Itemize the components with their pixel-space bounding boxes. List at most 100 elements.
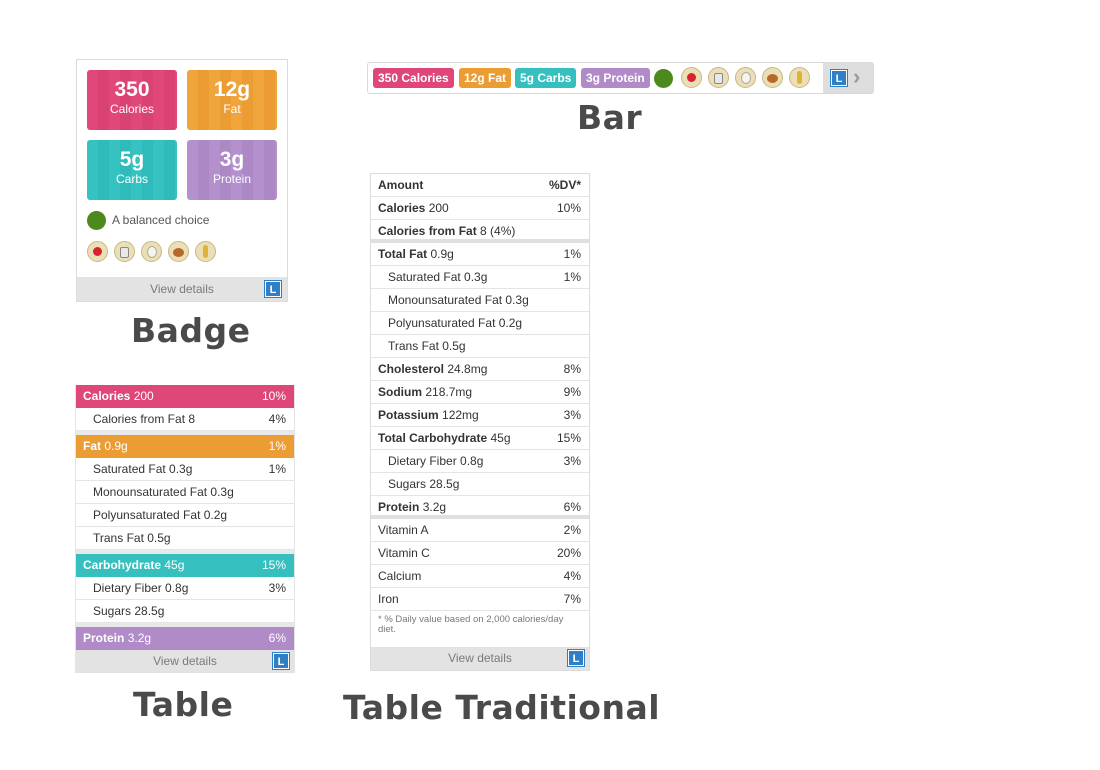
table-row: Saturated Fat 0.3g 1% — [76, 458, 294, 481]
nut-icon[interactable] — [168, 241, 189, 262]
protein-tile: 3g Protein — [187, 140, 277, 200]
table-header: Amount %DV* — [371, 174, 589, 197]
row-label: Monounsaturated Fat 0.3g — [93, 485, 234, 499]
table-row: Trans Fat 0.5g — [371, 335, 589, 358]
table-row: Iron 7% — [371, 588, 589, 611]
row-label: Total Carbohydrate — [378, 431, 488, 445]
row-value: 45g — [490, 431, 511, 445]
row-dv: 1% — [563, 270, 581, 284]
egg-icon[interactable] — [735, 67, 756, 88]
row-label: Vitamin C — [378, 546, 430, 560]
row-label: Polyunsaturated Fat 0.2g — [388, 316, 523, 330]
row-label: Calories from Fat 8 — [93, 412, 196, 426]
row-label: Dietary Fiber 0.8g — [388, 454, 484, 468]
view-details-link[interactable]: View details — [448, 651, 512, 665]
table-row: Monounsaturated Fat 0.3g — [76, 481, 294, 504]
allergen-icons — [87, 241, 216, 262]
row-dv: 1% — [268, 462, 286, 476]
table-row: Carbohydrate 45g 15% — [76, 554, 294, 577]
wheat-icon[interactable] — [195, 241, 216, 262]
row-dv: 15% — [261, 558, 286, 572]
table-row: Protein 3.2g 6% — [76, 627, 294, 650]
bar-allergen-icons — [681, 67, 810, 88]
row-value: 3.2g — [127, 631, 152, 645]
carbs-value: 5g — [119, 148, 145, 171]
row-dv: 8% — [563, 362, 581, 376]
row-dv: 7% — [563, 592, 581, 606]
row-value: 122mg — [442, 408, 479, 422]
row-dv: 3% — [268, 581, 286, 595]
fat-label: Fat — [223, 102, 241, 116]
view-details-link[interactable]: View details — [150, 282, 214, 296]
crab-icon[interactable] — [87, 241, 108, 262]
carbs-pill: 5g Carbs — [515, 68, 577, 88]
row-value: 0.9g — [104, 439, 128, 453]
calories-label: Calories — [109, 102, 154, 116]
row-value: 8 (4%) — [480, 224, 516, 238]
balanced-text: A balanced choice — [112, 213, 210, 227]
milk-icon[interactable] — [708, 67, 729, 88]
row-label: Sugars 28.5g — [388, 477, 460, 491]
row-dv: 1% — [563, 247, 581, 261]
logo-icon[interactable]: L — [831, 70, 847, 86]
crab-icon[interactable] — [681, 67, 702, 88]
table-row: Calories 200 10% — [76, 385, 294, 408]
logo-icon[interactable]: L — [265, 281, 281, 297]
table-row: Dietary Fiber 0.8g 3% — [76, 577, 294, 600]
row-label: Fat — [83, 439, 101, 453]
row-label: Calories from Fat — [378, 224, 477, 238]
row-label: Trans Fat 0.5g — [388, 339, 466, 353]
table-row: Sugars 28.5g — [371, 473, 589, 496]
carbs-tile: 5g Carbs — [87, 140, 177, 200]
table-row: Calories 200 10% — [371, 197, 589, 220]
caption-table: Table — [133, 685, 234, 724]
protein-value: 3g — [219, 148, 245, 171]
bar-details-area[interactable]: L › — [823, 63, 873, 93]
view-details-bar[interactable]: View details L — [77, 277, 287, 301]
balanced-dot-icon — [87, 210, 106, 230]
row-label: Iron — [378, 592, 399, 606]
row-label: Saturated Fat 0.3g — [93, 462, 193, 476]
view-details-link[interactable]: View details — [153, 654, 217, 668]
chevron-right-icon[interactable]: › — [853, 65, 860, 89]
logo-icon[interactable]: L — [568, 650, 584, 666]
view-details-bar[interactable]: View details L — [76, 650, 294, 673]
logo-icon[interactable]: L — [273, 653, 289, 669]
row-value: 218.7mg — [425, 385, 473, 399]
row-label: Polyunsaturated Fat 0.2g — [93, 508, 228, 522]
calories-pill: 350 Calories — [373, 68, 454, 88]
milk-icon[interactable] — [114, 241, 135, 262]
calories-value: 350 — [114, 78, 150, 101]
row-label: Saturated Fat 0.3g — [388, 270, 488, 284]
row-value: 0.9g — [430, 247, 454, 261]
table-row: Sodium 218.7mg 9% — [371, 381, 589, 404]
view-details-bar[interactable]: View details L — [371, 647, 589, 670]
row-label: Calories — [378, 201, 426, 215]
wheat-icon[interactable] — [789, 67, 810, 88]
footnote: * % Daily value based on 2,000 calories/… — [378, 614, 564, 635]
row-dv: 3% — [563, 454, 581, 468]
egg-icon[interactable] — [141, 241, 162, 262]
row-value: 24.8mg — [447, 362, 488, 376]
nut-icon[interactable] — [762, 67, 783, 88]
row-label: Protein — [378, 500, 420, 514]
table-row: Saturated Fat 0.3g 1% — [371, 266, 589, 289]
row-label: Sodium — [378, 385, 422, 399]
table-row: Total Carbohydrate 45g 15% — [371, 427, 589, 450]
balanced-dot-icon — [654, 69, 673, 88]
row-dv: 9% — [563, 385, 581, 399]
table-row: Polyunsaturated Fat 0.2g — [76, 504, 294, 527]
table-row: Trans Fat 0.5g — [76, 527, 294, 550]
caption-bar: Bar — [577, 98, 643, 137]
row-value: 3.2g — [422, 500, 447, 514]
protein-label: Protein — [212, 172, 252, 186]
row-dv: 6% — [563, 500, 581, 514]
row-value: 45g — [164, 558, 185, 572]
row-dv: 1% — [268, 439, 286, 453]
row-dv: 6% — [268, 631, 286, 645]
table-row: Protein 3.2g 6% — [371, 496, 589, 519]
table-row: Sugars 28.5g — [76, 600, 294, 623]
table-row: Vitamin A 2% — [371, 519, 589, 542]
caption-traditional: Table Traditional — [343, 688, 661, 727]
table-row: Calories from Fat 8 (4%) — [371, 220, 589, 243]
